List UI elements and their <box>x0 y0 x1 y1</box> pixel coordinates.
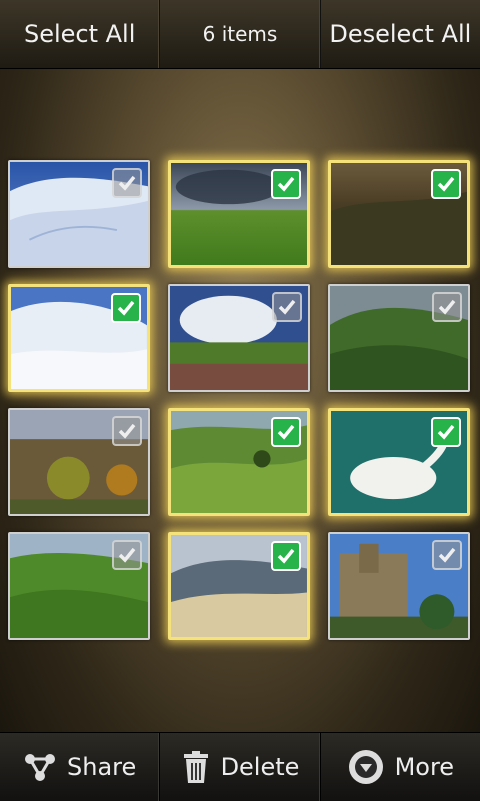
selection-action-bar: Select All 6 items Deselect All <box>0 0 480 69</box>
checkbox-icon[interactable] <box>271 417 301 447</box>
checkbox-icon[interactable] <box>271 541 301 571</box>
photo-thumbnail[interactable] <box>168 160 310 268</box>
photo-thumbnail[interactable] <box>168 284 310 392</box>
more-label: More <box>394 753 455 781</box>
photo-thumbnail[interactable] <box>8 532 150 640</box>
share-icon <box>25 754 56 781</box>
checkbox-icon[interactable] <box>431 169 461 199</box>
photo-thumbnail[interactable] <box>328 408 470 516</box>
checkbox-icon[interactable] <box>431 417 461 447</box>
share-button[interactable]: Share <box>0 733 161 801</box>
delete-button[interactable]: Delete <box>160 733 321 801</box>
delete-label: Delete <box>220 753 300 781</box>
deselect-all-button[interactable]: Deselect All <box>321 0 480 68</box>
photo-thumbnail[interactable] <box>328 532 470 640</box>
selected-count: 6 items <box>160 0 321 68</box>
photo-thumbnail[interactable] <box>8 284 150 392</box>
bottom-action-bar: Share Delete More <box>0 732 480 801</box>
checkbox-icon[interactable] <box>272 292 302 322</box>
more-circle-down-icon <box>348 750 383 784</box>
checkbox-icon[interactable] <box>432 540 462 570</box>
photo-thumbnail[interactable] <box>328 160 470 268</box>
checkbox-icon[interactable] <box>112 540 142 570</box>
checkbox-icon[interactable] <box>112 168 142 198</box>
checkbox-icon[interactable] <box>112 416 142 446</box>
checkbox-icon[interactable] <box>111 293 141 323</box>
photo-thumbnail[interactable] <box>168 408 310 516</box>
photo-thumbnail[interactable] <box>8 160 150 268</box>
checkbox-icon[interactable] <box>271 169 301 199</box>
share-label: Share <box>67 753 137 781</box>
more-button[interactable]: More <box>321 733 480 801</box>
checkbox-icon[interactable] <box>432 292 462 322</box>
photo-thumbnail[interactable] <box>328 284 470 392</box>
select-all-button[interactable]: Select All <box>0 0 161 68</box>
photo-thumbnail[interactable] <box>8 408 150 516</box>
photo-thumbnail[interactable] <box>168 532 310 640</box>
trash-icon <box>183 751 208 783</box>
